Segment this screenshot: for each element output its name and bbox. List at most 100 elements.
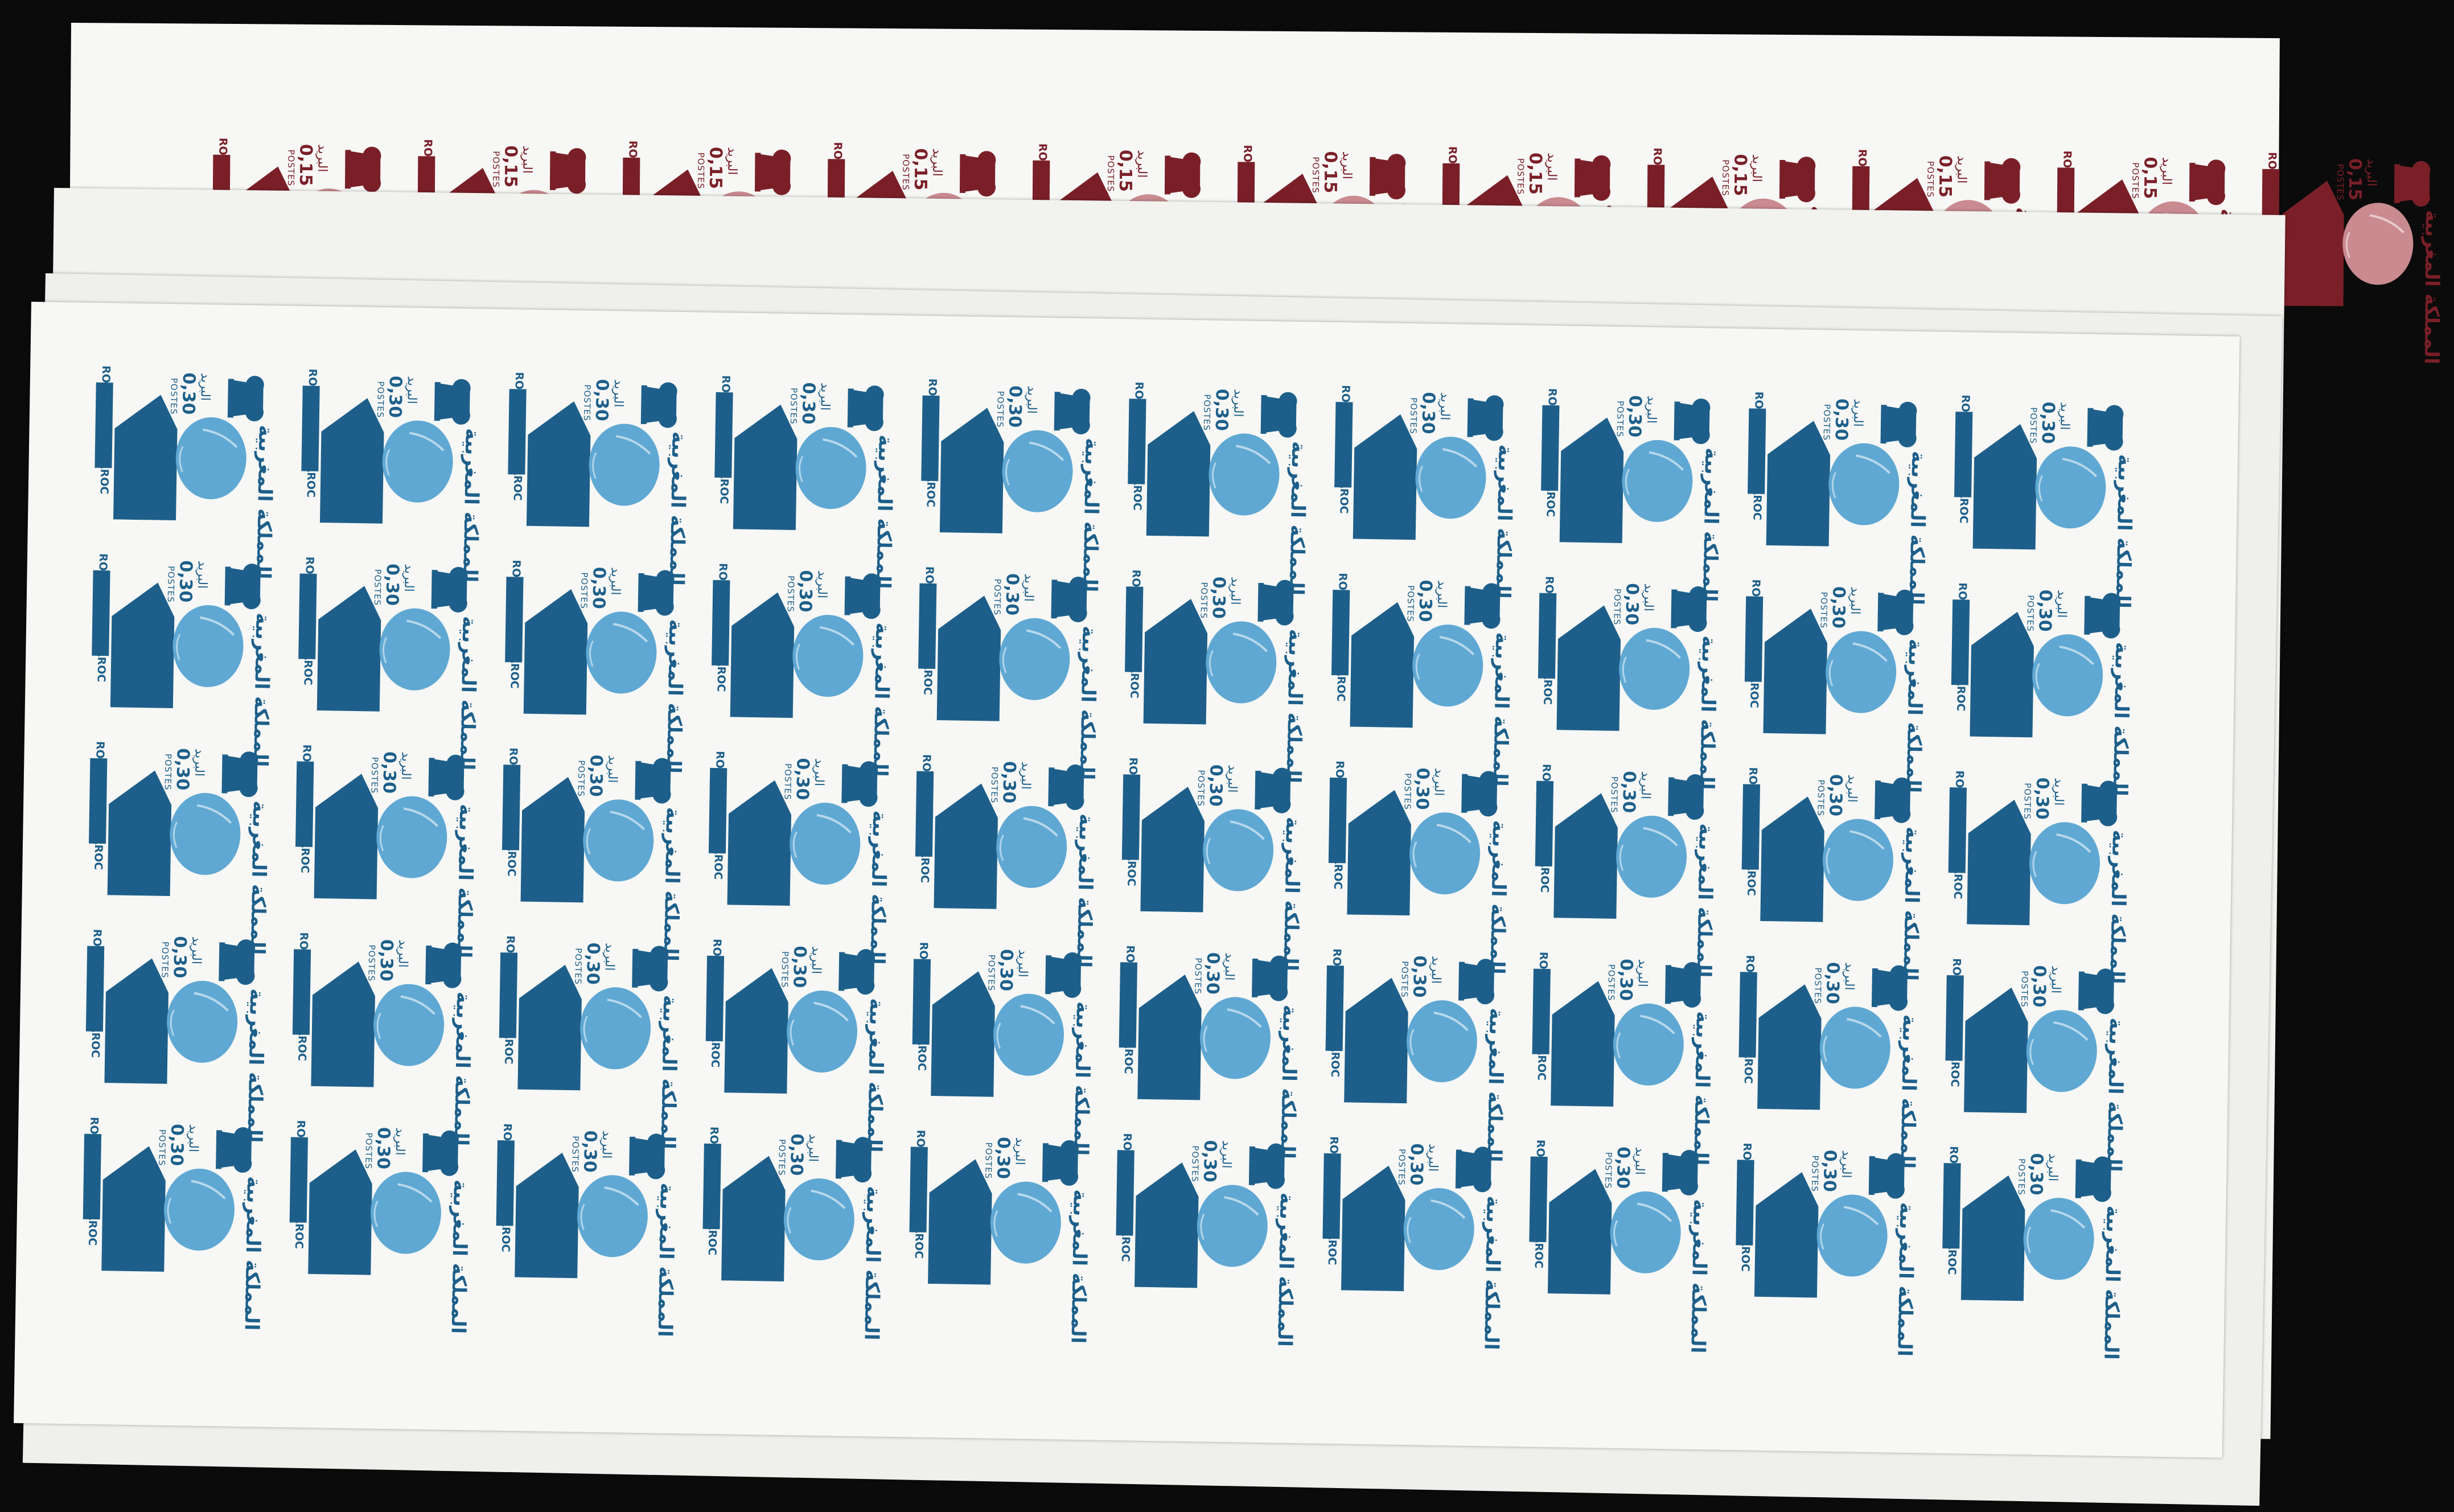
country-name-fr: ROYAUME DU MAROC <box>1328 948 1343 1078</box>
postes-label: POSTES <box>1614 400 1626 438</box>
stamp-value: 0,30 <box>585 754 606 797</box>
postes-label: POSTES <box>1809 1155 1820 1193</box>
postes-label: POSTES <box>1720 159 1731 196</box>
crown-icon <box>2081 780 2118 827</box>
country-name-fr: ROYAUME DU MAROC <box>918 754 933 884</box>
postes-label: POSTES <box>1198 582 1210 619</box>
stamp-value: 0,30 <box>582 942 603 985</box>
blue-stamp: ROYAUME DU MAROC 0,30 POSTES البريد المم… <box>495 930 685 1149</box>
postes-arabic: البريد <box>1437 392 1452 421</box>
postes-label: POSTES <box>1193 958 1204 995</box>
postes-arabic: البريد <box>1227 577 1243 605</box>
crown-icon <box>1674 398 1711 445</box>
stamp-value: 0,30 <box>175 560 196 603</box>
stamp-value: 0,30 <box>1405 1143 1427 1186</box>
crown-icon <box>638 570 675 616</box>
blue-stamp: ROYAUME DU MAROC 0,30 POSTES البريد المم… <box>84 736 275 955</box>
postes-label: POSTES <box>165 565 176 603</box>
postes-arabic: البريد <box>1632 1147 1647 1176</box>
country-name-fr: ROYAUME DU MAROC <box>915 942 930 1071</box>
blue-stamp: ROYAUME DU MAROC 0,30 POSTES البريد المم… <box>297 363 488 582</box>
postes-arabic: البريد <box>2159 157 2174 186</box>
country-name-ar: المملكة المغربية <box>1893 1202 1918 1357</box>
crown-icon <box>224 564 261 610</box>
stamp-value: 0,30 <box>2034 589 2056 632</box>
crown-icon <box>428 754 465 800</box>
postes-arabic: البريد <box>2364 158 2379 187</box>
blue-stamp: ROYAUME DU MAROC 0,30 POSTES البريد المم… <box>291 738 482 958</box>
crown-icon <box>838 949 875 995</box>
blue-stamp: ROYAUME DU MAROC 0,30 POSTES البريد المم… <box>288 926 479 1146</box>
postes-arabic: البريد <box>2045 1153 2060 1182</box>
postes-arabic: البريد <box>805 1133 821 1162</box>
postes-arabic: البريد <box>1844 774 1860 803</box>
country-name-fr: ROYAUME DU MAROC <box>1538 763 1553 893</box>
postes-arabic: البريد <box>1638 771 1653 800</box>
crown-icon <box>1668 774 1705 820</box>
blue-stamp: ROYAUME DU MAROC 0,30 POSTES البريد المم… <box>911 748 1101 968</box>
blue-stamp: ROYAUME DU MAROC 0,30 POSTES البريد المم… <box>1531 758 1721 978</box>
postes-arabic: البريد <box>1339 151 1354 180</box>
crown-icon <box>1984 158 2021 204</box>
blue-stamp: ROYAUME DU MAROC 0,30 POSTES البريد المم… <box>1947 577 2138 796</box>
stamp-value: 0,30 <box>1001 573 1022 616</box>
postes-label: POSTES <box>994 391 1006 428</box>
postes-arabic: البريد <box>1018 761 1033 790</box>
stamp-value: 0,30 <box>1412 767 1433 810</box>
postes-arabic: البريد <box>395 939 410 968</box>
blue-stamp: ROYAUME DU MAROC 0,30 POSTES البريد المم… <box>1120 564 1311 783</box>
postes-arabic: البريد <box>1024 385 1039 414</box>
crown-icon <box>2087 405 2124 451</box>
stamp-value: 0,15 <box>1524 152 1545 195</box>
postes-label: POSTES <box>2028 407 2039 444</box>
postes-arabic: البريد <box>188 936 204 965</box>
blue-stamp: ROYAUME DU MAROC 0,30 POSTES البريد المم… <box>1318 1131 1509 1350</box>
country-name-fr: ROYAUME DU MAROC <box>94 553 110 683</box>
crown-icon <box>1164 152 1201 198</box>
country-name-ar: المملكة المغربية <box>653 1182 679 1337</box>
country-name-fr: ROYAUME DU MAROC <box>1334 573 1349 702</box>
country-name-fr: ROYAUME DU MAROC <box>1337 385 1352 514</box>
blue-stamp: ROYAUME DU MAROC 0,30 POSTES البريد المم… <box>1734 949 1925 1169</box>
stamp-value: 0,30 <box>1819 1149 1840 1193</box>
country-name-fr: ROYAUME DU MAROC <box>1957 395 1972 524</box>
postes-arabic: البريد <box>2057 401 2072 430</box>
country-name-fr: ROYAUME DU MAROC <box>97 365 113 495</box>
country-name-ar: المملكة المغربية <box>2099 1205 2125 1360</box>
country-name-fr: ROYAUME DU MAROC <box>1954 582 1969 712</box>
postes-label: POSTES <box>1405 585 1416 622</box>
crown-icon <box>1248 1143 1285 1189</box>
postes-arabic: البريد <box>605 754 620 783</box>
crown-icon <box>1042 1140 1079 1186</box>
country-name-fr: ROYAUME DU MAROC <box>1131 381 1146 511</box>
postes-arabic: البريد <box>602 942 617 971</box>
crown-icon <box>847 385 884 432</box>
postes-arabic: البريد <box>1224 765 1240 793</box>
stamp-value: 0,30 <box>178 372 199 415</box>
country-name-fr: ROYAUME DU MAROC <box>1532 1139 1547 1269</box>
blue-stamp: ROYAUME DU MAROC 0,30 POSTES البريد المم… <box>1944 765 2135 984</box>
stamp-value: 0,30 <box>1621 582 1642 626</box>
blue-stamp: ROYAUME DU MAROC 0,30 POSTES البريد المم… <box>710 369 901 589</box>
blue-stamp: ROYAUME DU MAROC 0,30 POSTES البريد المم… <box>1732 1137 1922 1357</box>
crown-icon <box>1464 583 1501 629</box>
postes-label: POSTES <box>162 753 174 791</box>
blue-stamp: ROYAUME DU MAROC 0,30 POSTES البريد المم… <box>91 360 281 580</box>
stamp-value: 0,30 <box>998 761 1020 804</box>
crown-icon <box>1461 771 1498 817</box>
postes-arabic: البريد <box>191 748 207 777</box>
crown-icon <box>2394 161 2431 207</box>
postes-label: POSTES <box>776 1139 788 1176</box>
blue-stamp: ROYAUME DU MAROC 0,30 POSTES البريد المم… <box>294 550 484 770</box>
crown-icon <box>1048 764 1085 810</box>
stamp-value: 0,30 <box>1624 395 1645 438</box>
postes-label: POSTES <box>989 766 1000 804</box>
postes-label: POSTES <box>785 575 796 613</box>
postes-label: POSTES <box>372 569 383 606</box>
blue-stamp: ROYAUME DU MAROC 0,30 POSTES البريد المم… <box>917 373 1108 593</box>
postes-arabic: البريد <box>2054 589 2069 618</box>
country-name-fr: ROYAUME DU MAROC <box>712 750 726 880</box>
country-name-fr: ROYAUME DU MAROC <box>1128 569 1142 699</box>
crown-icon <box>1880 401 1917 447</box>
postes-arabic: البريد <box>195 560 209 589</box>
